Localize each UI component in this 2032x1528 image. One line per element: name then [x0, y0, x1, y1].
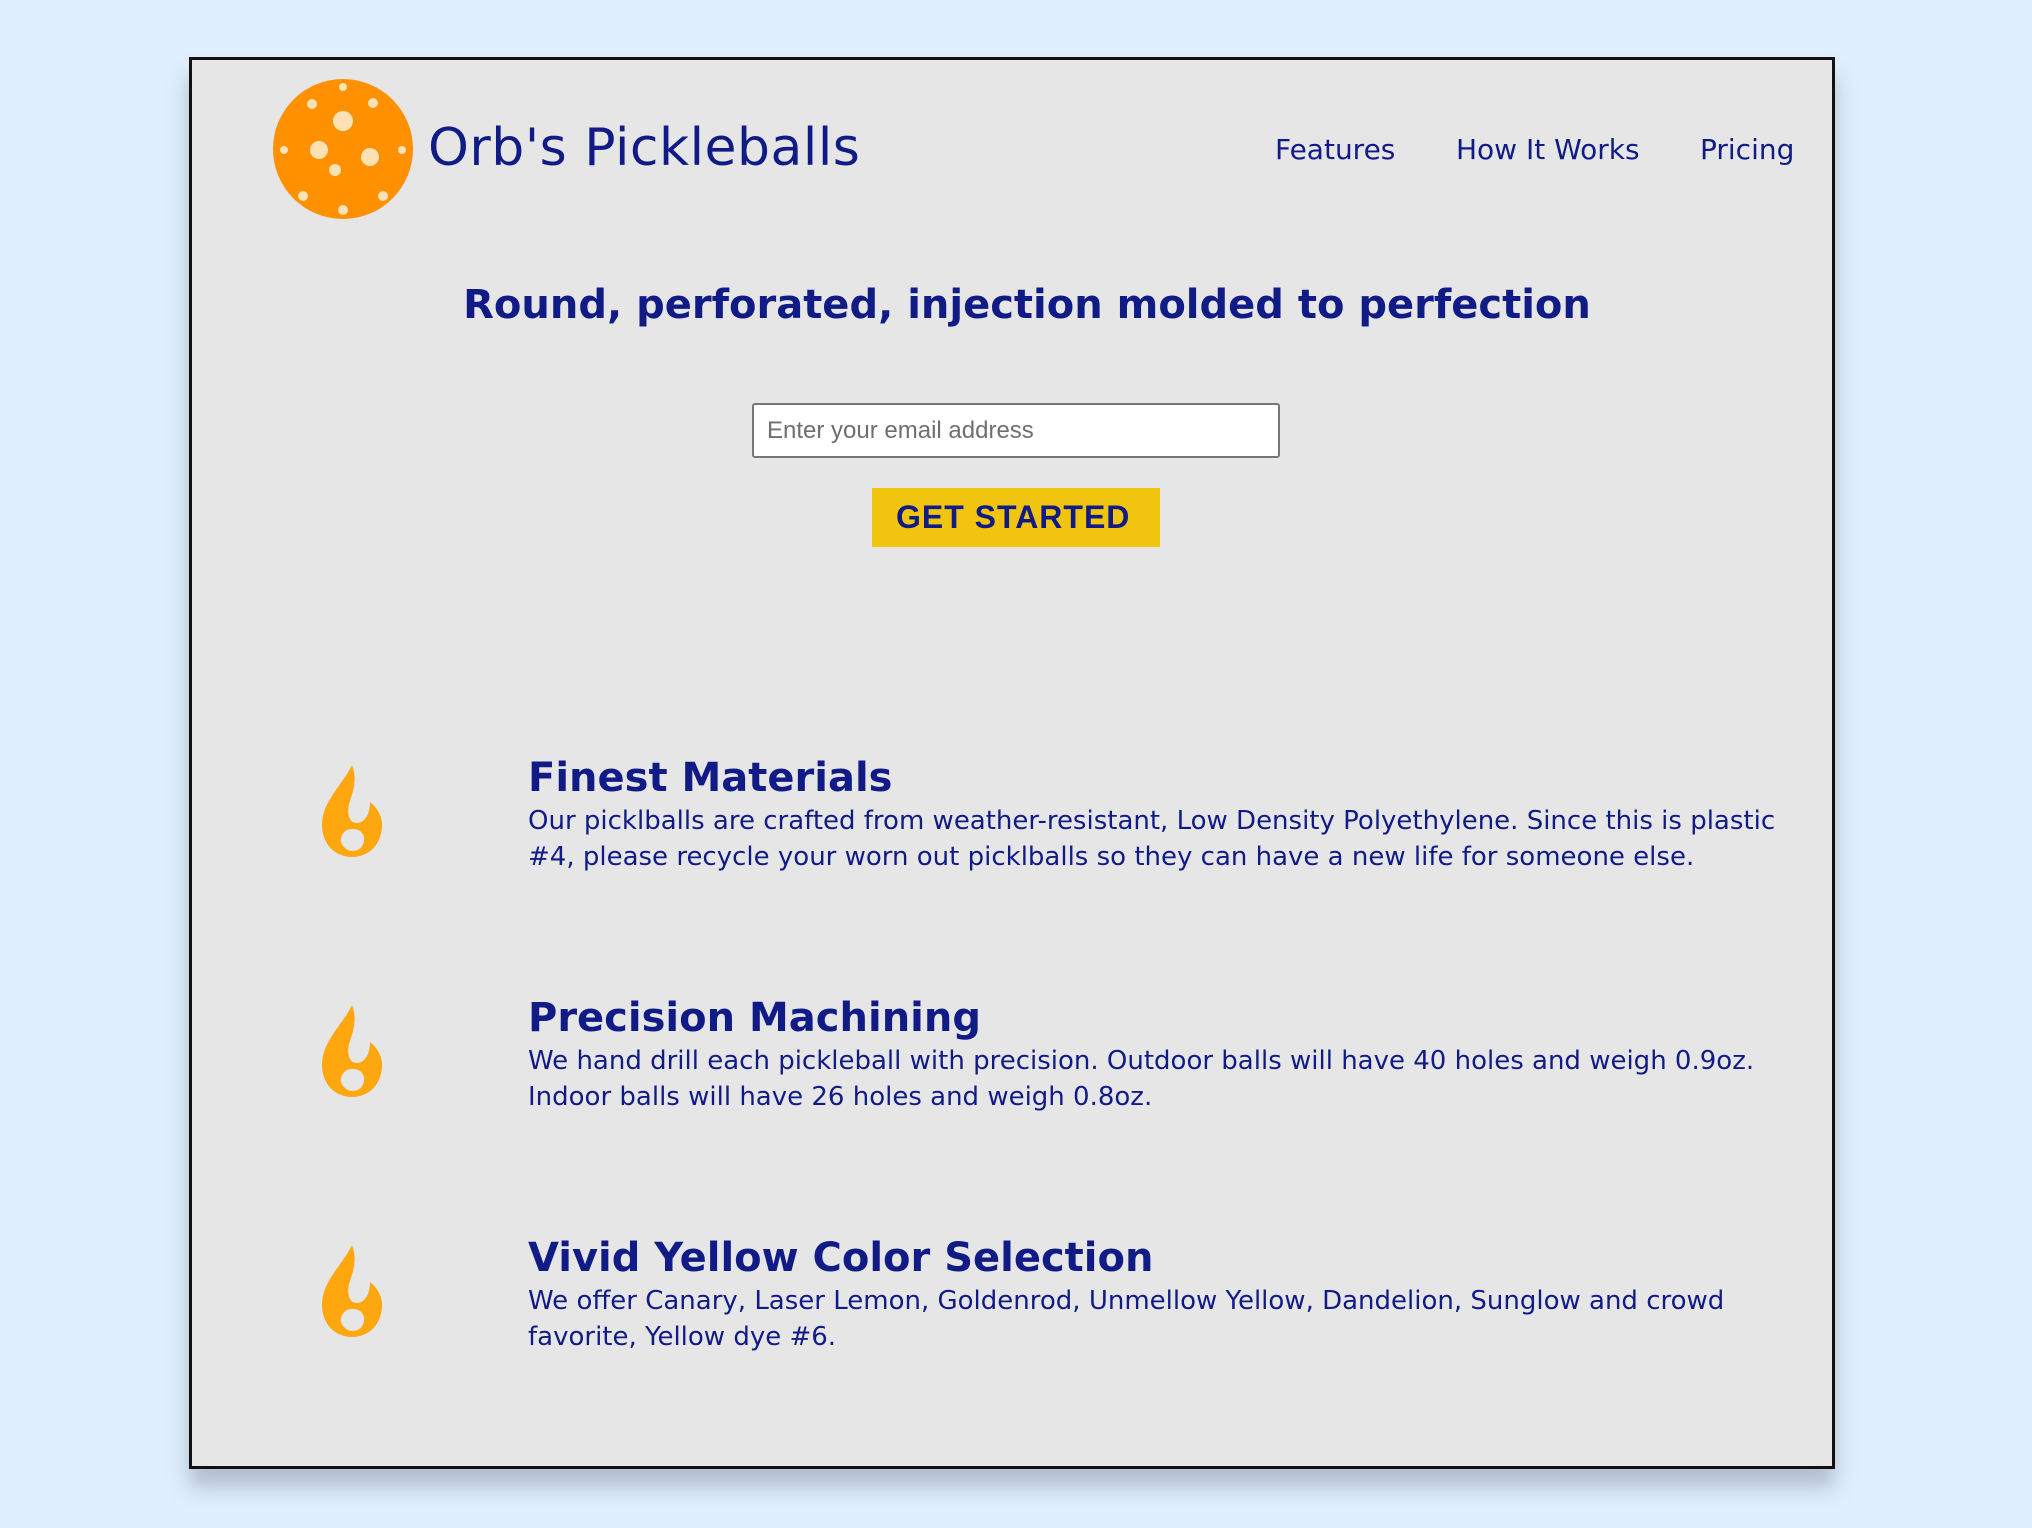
flame-icon [322, 1005, 382, 1097]
nav-link-features[interactable]: Features [1275, 130, 1395, 170]
nav-link-how-it-works[interactable]: How It Works [1456, 130, 1640, 170]
feature-item: Vivid Yellow Color Selection We offer Ca… [192, 1233, 1832, 1393]
email-input[interactable] [752, 403, 1280, 458]
feature-item: Finest Materials Our picklballs are craf… [192, 753, 1832, 913]
landing-page: Orb's Pickleballs Features How It Works … [189, 57, 1835, 1469]
feature-description: We hand drill each pickleball with preci… [528, 1046, 1755, 1112]
pickleball-logo-icon [273, 79, 413, 219]
feature-description: Our picklballs are crafted from weather-… [528, 806, 1776, 872]
feature-title: Precision Machining [528, 995, 981, 1041]
feature-title: Vivid Yellow Color Selection [528, 1235, 1154, 1281]
feature-item: Precision Machining We hand drill each p… [192, 993, 1832, 1153]
hero-title: Round, perforated, injection molded to p… [463, 282, 1591, 328]
feature-description: We offer Canary, Laser Lemon, Goldenrod,… [528, 1286, 1725, 1352]
nav-link-pricing[interactable]: Pricing [1700, 130, 1794, 170]
get-started-button[interactable]: GET STARTED [872, 488, 1160, 547]
brand-name: Orb's Pickleballs [428, 118, 861, 178]
feature-title: Finest Materials [528, 755, 893, 801]
flame-icon [322, 1245, 382, 1337]
flame-icon [322, 765, 382, 857]
